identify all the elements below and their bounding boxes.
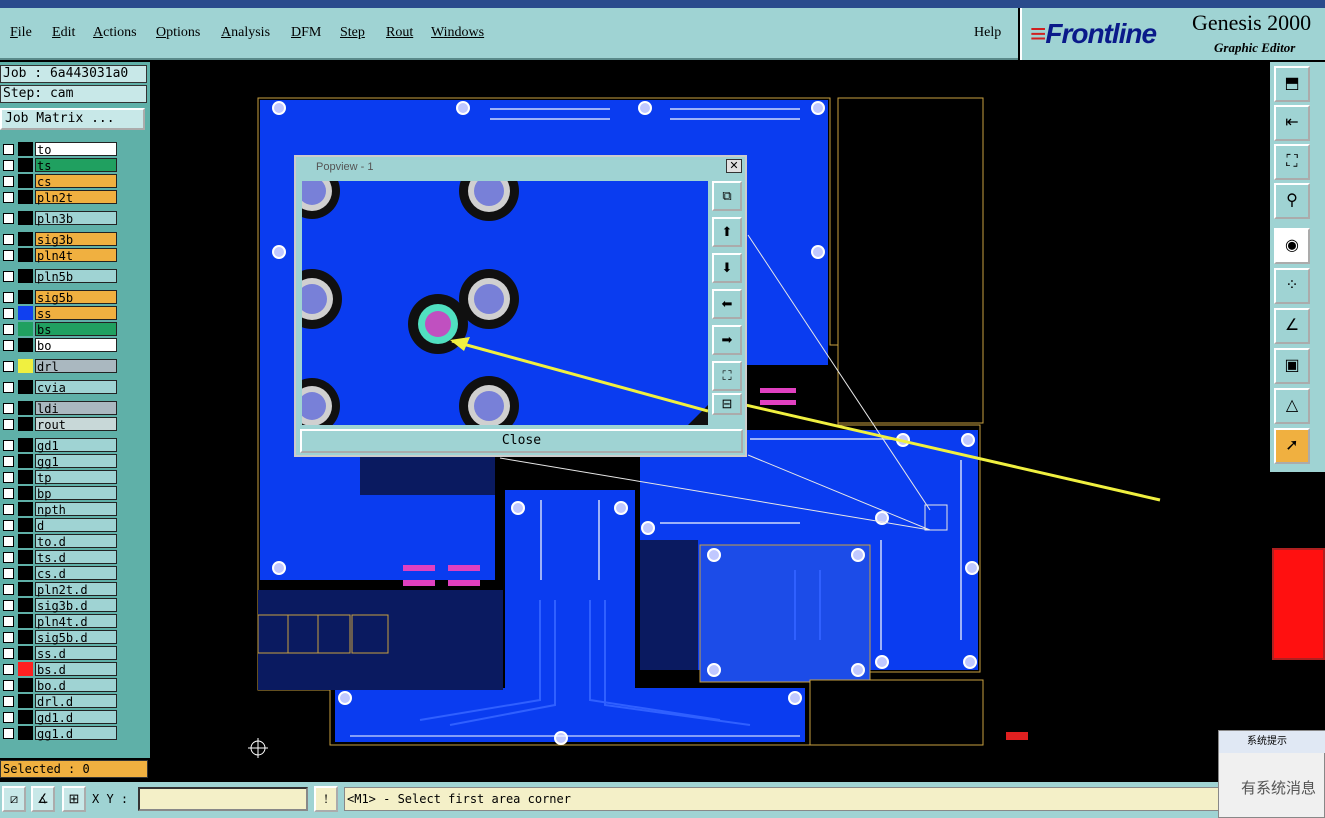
net-icon[interactable]: ⁘ bbox=[1274, 268, 1310, 304]
xy-input[interactable] bbox=[138, 787, 308, 811]
notice-body: 有系统消息 bbox=[1241, 779, 1317, 797]
alert-icon[interactable]: ! bbox=[314, 786, 338, 812]
grid-icon[interactable]: ⊞ bbox=[62, 786, 86, 812]
pan-left-icon[interactable]: ⇤ bbox=[1274, 105, 1310, 141]
popview-close-icon[interactable]: ✕ bbox=[726, 159, 742, 173]
popview-close-button[interactable]: Close bbox=[300, 429, 743, 453]
command-prompt: <M1> - Select first area corner bbox=[344, 787, 1224, 811]
snap-icon[interactable]: ◉ bbox=[1274, 228, 1310, 264]
zoom-fit-icon[interactable]: ⛶ bbox=[1274, 144, 1310, 180]
zoom-area-icon[interactable]: ⧄ bbox=[2, 786, 26, 812]
system-notice[interactable]: ◈ 系统提示 有系统消息 bbox=[1218, 730, 1325, 818]
popview-pan-left-icon[interactable]: ⬅ bbox=[712, 289, 742, 319]
popview-zoom-fit-icon[interactable]: ⛶ bbox=[712, 361, 742, 391]
angle-icon[interactable]: ∠ bbox=[1274, 308, 1310, 344]
mini-map[interactable] bbox=[1272, 548, 1325, 660]
popview-window: Popview - 1 ✕ ⧉ ⬆ ⬇ ⬅ ➡ ⛶ ⊟ Close bbox=[294, 155, 747, 457]
xy-label: X Y : bbox=[92, 792, 129, 806]
popview-zoom-out-icon[interactable]: ⊟ bbox=[712, 393, 742, 415]
popview-title: Popview - 1 bbox=[296, 157, 745, 177]
measure-angle-icon[interactable]: ∡ bbox=[31, 786, 55, 812]
notice-title: 系统提示 bbox=[1219, 731, 1325, 753]
measure-icon[interactable]: ⚲ bbox=[1274, 183, 1310, 219]
right-toolbar: ⬒ ⇤ ⛶ ⚲ ◉ ⁘ ∠ ▣ △ ➚ bbox=[1270, 62, 1325, 472]
select-box-icon[interactable]: ▣ bbox=[1274, 348, 1310, 384]
status-bar: ⧄ ∡ ⊞ X Y : ! <M1> - Select first area c… bbox=[0, 782, 1325, 818]
popview-pan-down-icon[interactable]: ⬇ bbox=[712, 253, 742, 283]
triangle-icon[interactable]: △ bbox=[1274, 388, 1310, 424]
popview-zoom-window-icon[interactable]: ⧉ bbox=[712, 181, 742, 211]
popview-pan-right-icon[interactable]: ➡ bbox=[712, 325, 742, 355]
fit-page-icon[interactable]: ⬒ bbox=[1274, 66, 1310, 102]
popview-canvas[interactable] bbox=[302, 181, 708, 425]
popview-pan-up-icon[interactable]: ⬆ bbox=[712, 217, 742, 247]
pointer-icon[interactable]: ➚ bbox=[1274, 428, 1310, 464]
